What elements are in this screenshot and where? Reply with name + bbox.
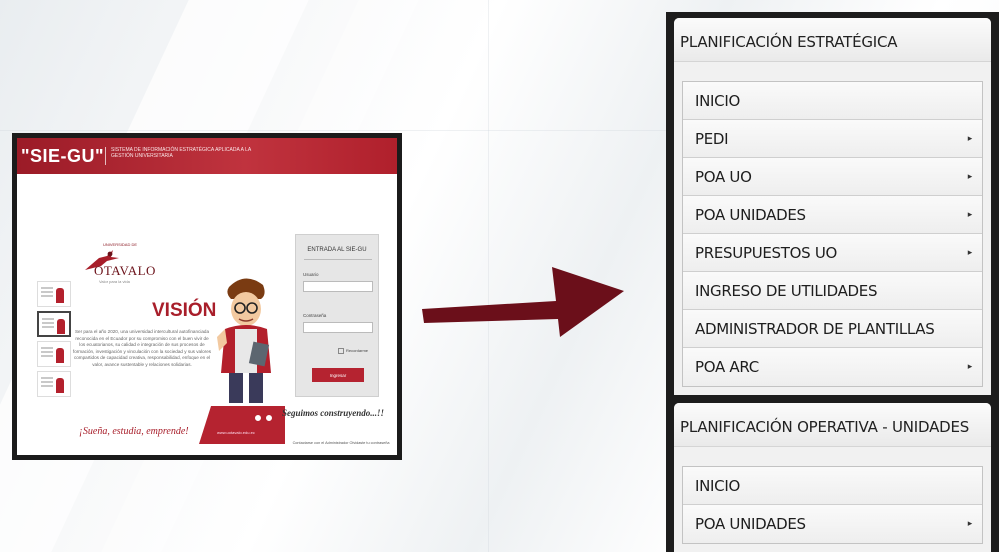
menu-item-label: INICIO — [695, 92, 740, 110]
facebook-icon[interactable] — [254, 414, 262, 422]
contact-links[interactable]: Contactarse con el Administrador Olvidas… — [287, 441, 395, 446]
login-page-header: "SIE-GU" SISTEMA DE INFORMACIÓN ESTRATÉG… — [17, 138, 397, 174]
strategic-planning-menu: INICIO PEDI ▸ POA UO ▸ POA UNIDADES ▸ PRESUPUES… — [682, 81, 983, 387]
student-mascot-image — [217, 278, 271, 403]
menu-item-ingreso-de-utilidades[interactable]: INGRESO DE UTILIDADES — [683, 272, 982, 310]
brand-divider — [105, 147, 106, 165]
slide-thumbnail[interactable] — [37, 341, 71, 367]
vision-text: Ser para el año 2020, una universidad in… — [72, 329, 212, 367]
twitter-icon[interactable] — [265, 414, 273, 422]
username-input[interactable] — [303, 281, 373, 292]
panel-divider — [674, 395, 991, 403]
login-divider — [304, 259, 372, 260]
right-arrow-icon — [422, 267, 624, 337]
university-tagline: Valor para la vida — [99, 279, 130, 284]
menu-item-poa-uo[interactable]: POA UO ▸ — [683, 158, 982, 196]
slide-thumbnail-active[interactable] — [37, 311, 71, 337]
slide-thumbnail[interactable] — [37, 371, 71, 397]
menu-item-poa-unidades[interactable]: POA UNIDADES ▸ — [683, 505, 982, 543]
menu-item-label: POA UNIDADES — [695, 206, 806, 224]
menu-item-label: PRESUPUESTOS UO — [695, 244, 838, 262]
menu-item-label: PEDI — [695, 130, 729, 148]
login-box: ENTRADA AL SIE-GU Usuario Contraseña Rec… — [295, 234, 379, 397]
menu-item-label: POA UO — [695, 168, 752, 186]
submenu-caret-icon: ▸ — [967, 210, 973, 220]
slide-thumbnail[interactable] — [37, 281, 71, 307]
login-page: "SIE-GU" SISTEMA DE INFORMACIÓN ESTRATÉG… — [17, 138, 397, 455]
university-name: OTAVALO — [94, 263, 156, 278]
website-url[interactable]: www.uotavalo.edu.ec — [217, 430, 255, 435]
slogan: ¡Sueña, estudia, emprende! — [79, 426, 189, 437]
strategic-planning-header[interactable]: PLANIFICACIÓN ESTRATÉGICA — [674, 18, 991, 62]
menu-item-label: POA UNIDADES — [695, 515, 806, 533]
menu-item-inicio[interactable]: INICIO — [683, 82, 982, 120]
continuing-banner: Seguimos construyendo...!! — [282, 408, 385, 418]
menu-item-poa-unidades[interactable]: POA UNIDADES ▸ — [683, 196, 982, 234]
operational-planning-menu: INICIO POA UNIDADES ▸ — [682, 466, 983, 544]
login-page-screenshot: "SIE-GU" SISTEMA DE INFORMACIÓN ESTRATÉG… — [12, 133, 402, 460]
login-title: ENTRADA AL SIE-GU — [307, 247, 367, 253]
submenu-caret-icon: ▸ — [967, 134, 973, 144]
menu-item-pedi[interactable]: PEDI ▸ — [683, 120, 982, 158]
menu-item-presupuestos-uo[interactable]: PRESUPUESTOS UO ▸ — [683, 234, 982, 272]
operational-planning-header[interactable]: PLANIFICACIÓN OPERATIVA - UNIDADES — [674, 403, 991, 447]
menu-item-inicio[interactable]: INICIO — [683, 467, 982, 505]
menu-item-administrador-de-plantillas[interactable]: ADMINISTRADOR DE PLANTILLAS — [683, 310, 982, 348]
submenu-caret-icon: ▸ — [967, 172, 973, 182]
menu-item-label: ADMINISTRADOR DE PLANTILLAS — [695, 320, 935, 338]
brand-title: "SIE-GU" — [21, 146, 105, 166]
menu-item-label: INGRESO DE UTILIDADES — [695, 282, 878, 300]
navigation-menu: PLANIFICACIÓN ESTRATÉGICA INICIO PEDI ▸ POA… — [666, 12, 999, 552]
remember-me-checkbox[interactable]: Recordarme — [338, 348, 368, 354]
username-label: Usuario — [303, 272, 319, 277]
operational-planning-panel: PLANIFICACIÓN OPERATIVA - UNIDADES INICI… — [674, 403, 991, 552]
submenu-caret-icon: ▸ — [967, 519, 973, 529]
submenu-caret-icon: ▸ — [967, 248, 973, 258]
submenu-caret-icon: ▸ — [967, 362, 973, 372]
footer-red-band — [199, 406, 285, 444]
menu-item-poa-arc[interactable]: POA ARC ▸ — [683, 348, 982, 386]
thumbnail-strip — [37, 281, 73, 401]
brand-subtitle: SISTEMA DE INFORMACIÓN ESTRATÉGICA APLIC… — [111, 147, 251, 159]
password-input[interactable] — [303, 322, 373, 333]
password-label: Contraseña — [303, 313, 327, 318]
menu-item-label: POA ARC — [695, 358, 759, 376]
university-prefix: UNIVERSIDAD DE — [103, 242, 138, 247]
vision-title: VISIÓN — [152, 300, 217, 321]
login-submit-button[interactable]: Ingresar — [312, 368, 364, 382]
strategic-planning-panel: PLANIFICACIÓN ESTRATÉGICA INICIO PEDI ▸ POA… — [674, 18, 991, 395]
menu-item-label: INICIO — [695, 477, 740, 495]
